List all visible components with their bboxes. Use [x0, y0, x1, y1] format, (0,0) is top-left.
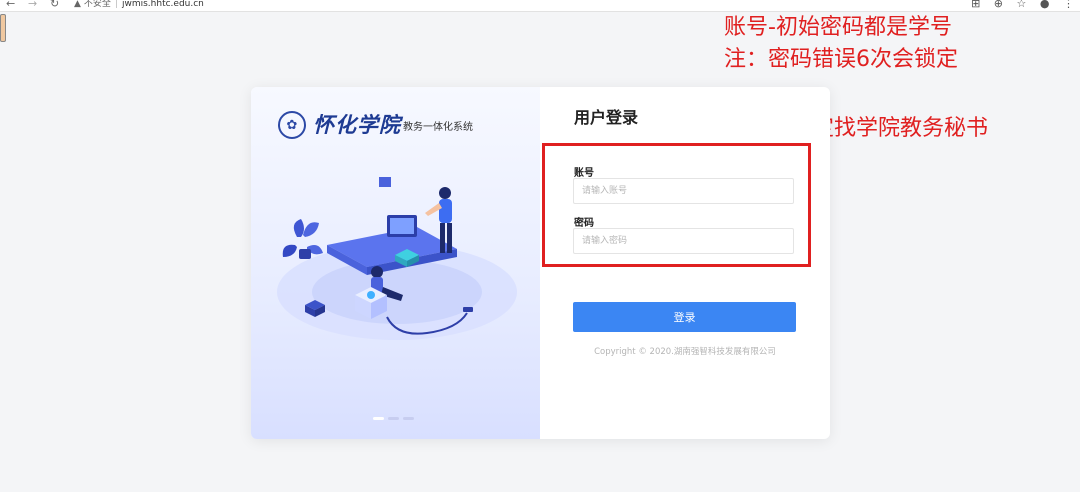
translate-icon[interactable]: ⊞	[971, 0, 980, 10]
brand-panel: ✿ 怀化学院 教务一体化系统	[251, 87, 540, 439]
password-input[interactable]	[573, 228, 794, 254]
back-icon[interactable]: ←	[6, 0, 15, 10]
account-label: 账号	[574, 168, 594, 179]
security-status: 不安全	[83, 0, 111, 9]
system-name: 教务一体化系统	[403, 122, 473, 133]
annotation-line-1: 账号-初始密码都是学号	[724, 15, 952, 40]
menu-kebab-icon[interactable]: ⋮	[1063, 0, 1074, 10]
carousel-dot[interactable]	[373, 417, 384, 420]
warning-icon: ▲	[74, 0, 81, 9]
toolbar-actions: ⊞ ⊕ ☆ ● ⋮	[961, 0, 1074, 10]
password-label: 密码	[574, 218, 594, 229]
carousel-indicator	[373, 417, 414, 420]
carousel-dot[interactable]	[388, 417, 399, 420]
browser-toolbar: ← → ↻ ▲ 不安全 | jwmis.hhtc.edu.cn ⊞ ⊕ ☆ ● ⋮	[0, 0, 1080, 12]
school-logo-text: 怀化学院	[313, 112, 401, 137]
forward-icon[interactable]: →	[28, 0, 37, 10]
address-bar[interactable]: ▲ 不安全 | jwmis.hhtc.edu.cn	[74, 0, 204, 10]
login-button[interactable]: 登录	[573, 302, 796, 332]
office-illustration	[277, 177, 517, 340]
account-input[interactable]	[573, 178, 794, 204]
login-title: 用户登录	[574, 108, 639, 127]
copyright-text: Copyright © 2020.湖南强智科技发展有限公司	[594, 347, 776, 357]
url-separator: |	[114, 0, 118, 9]
reload-icon[interactable]: ↻	[50, 0, 59, 10]
login-panel: 用户登录 账号 密码 登录 Copyright © 2020.湖南强智科技发展有…	[540, 87, 830, 439]
carousel-dot[interactable]	[403, 417, 414, 420]
annotation-line-2: 注：密码错误6次会锁定	[724, 47, 958, 72]
bookmark-star-icon[interactable]: ☆	[1017, 0, 1027, 10]
url-text[interactable]: jwmis.hhtc.edu.cn	[122, 0, 204, 9]
school-logo-icon: ✿	[278, 111, 306, 139]
thermometer-icon	[0, 14, 6, 42]
profile-icon[interactable]: ●	[1040, 0, 1050, 10]
login-card: ✿ 怀化学院 教务一体化系统 用户登录 账号 请输入账号 密码 登录 Copyr…	[251, 87, 830, 439]
zoom-icon[interactable]: ⊕	[994, 0, 1003, 10]
